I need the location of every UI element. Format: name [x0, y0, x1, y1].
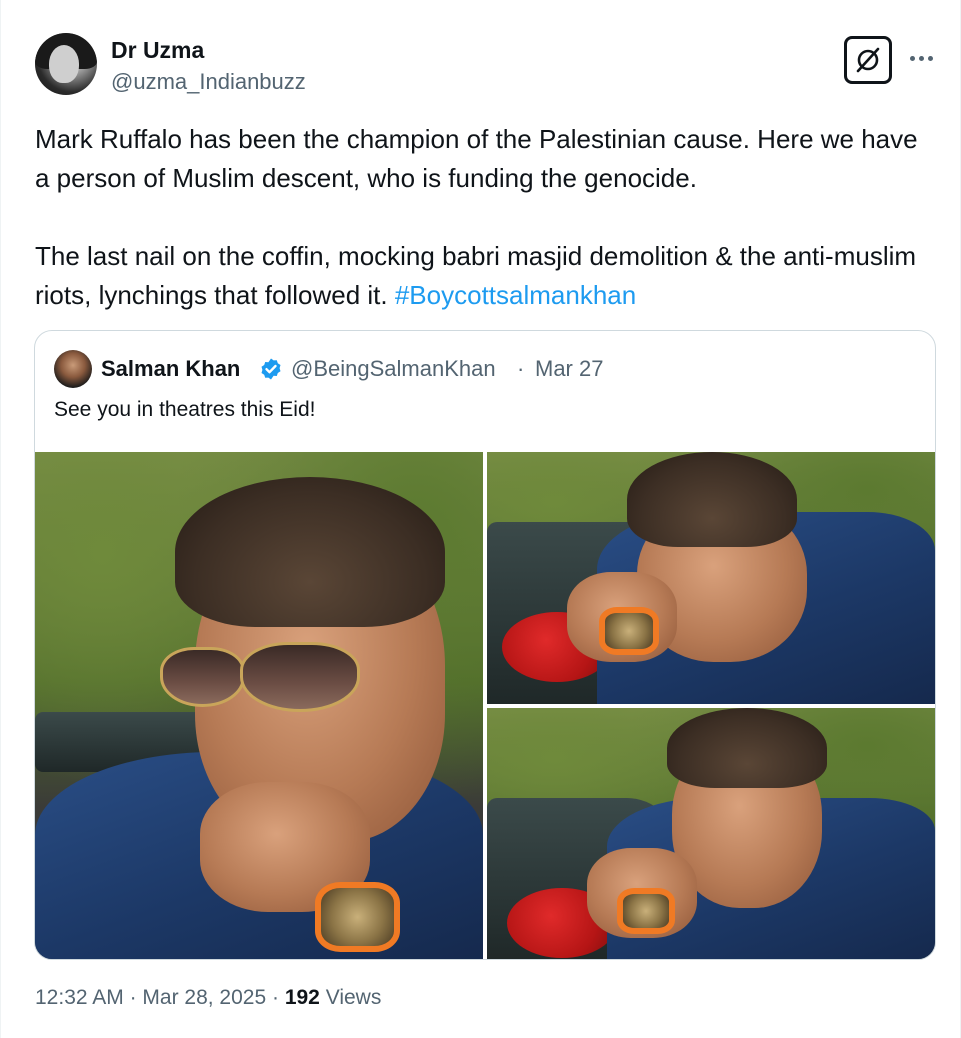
photo-grid: [35, 452, 935, 959]
views-label: Views: [319, 986, 382, 1009]
hashtag-link[interactable]: #Boycottsalmankhan: [395, 280, 636, 310]
quote-author-name[interactable]: Salman Khan: [101, 356, 240, 382]
author-name[interactable]: Dr Uzma: [111, 37, 204, 64]
photo-3[interactable]: [487, 708, 935, 959]
meta-separator: ·: [123, 986, 143, 1009]
grok-button[interactable]: [844, 36, 892, 84]
quote-author-avatar[interactable]: [54, 350, 92, 388]
quote-date[interactable]: Mar 27: [535, 356, 603, 382]
verified-badge-icon: [261, 358, 281, 380]
more-options-button[interactable]: [906, 43, 936, 73]
tweet-text: Mark Ruffalo has been the champion of th…: [35, 120, 925, 315]
views-count: 192: [284, 986, 320, 1009]
tweet-date[interactable]: Mar 28, 2025: [142, 986, 266, 1009]
tweet-time[interactable]: 12:32 AM: [35, 986, 124, 1009]
author-handle[interactable]: @uzma_Indianbuzz: [111, 69, 306, 95]
photo-2[interactable]: [487, 452, 935, 704]
photo-1[interactable]: [35, 452, 483, 959]
meta-separator: ·: [266, 986, 285, 1009]
quote-author-handle[interactable]: @BeingSalmanKhan: [291, 356, 496, 382]
quote-text: See you in theatres this Eid!: [54, 398, 316, 421]
quote-separator: ·: [517, 356, 525, 381]
tweet-card: Dr Uzma @uzma_Indianbuzz Mark Ruffalo ha…: [0, 0, 961, 1038]
tweet-meta: 12:32 AM · Mar 28, 2025 · 192 Views: [35, 986, 381, 1010]
author-avatar[interactable]: [35, 33, 97, 95]
more-horizontal-icon: [909, 55, 915, 61]
quoted-tweet[interactable]: Salman Khan @BeingSalmanKhan · Mar 27 Se…: [34, 330, 936, 960]
grok-icon: [856, 47, 880, 73]
